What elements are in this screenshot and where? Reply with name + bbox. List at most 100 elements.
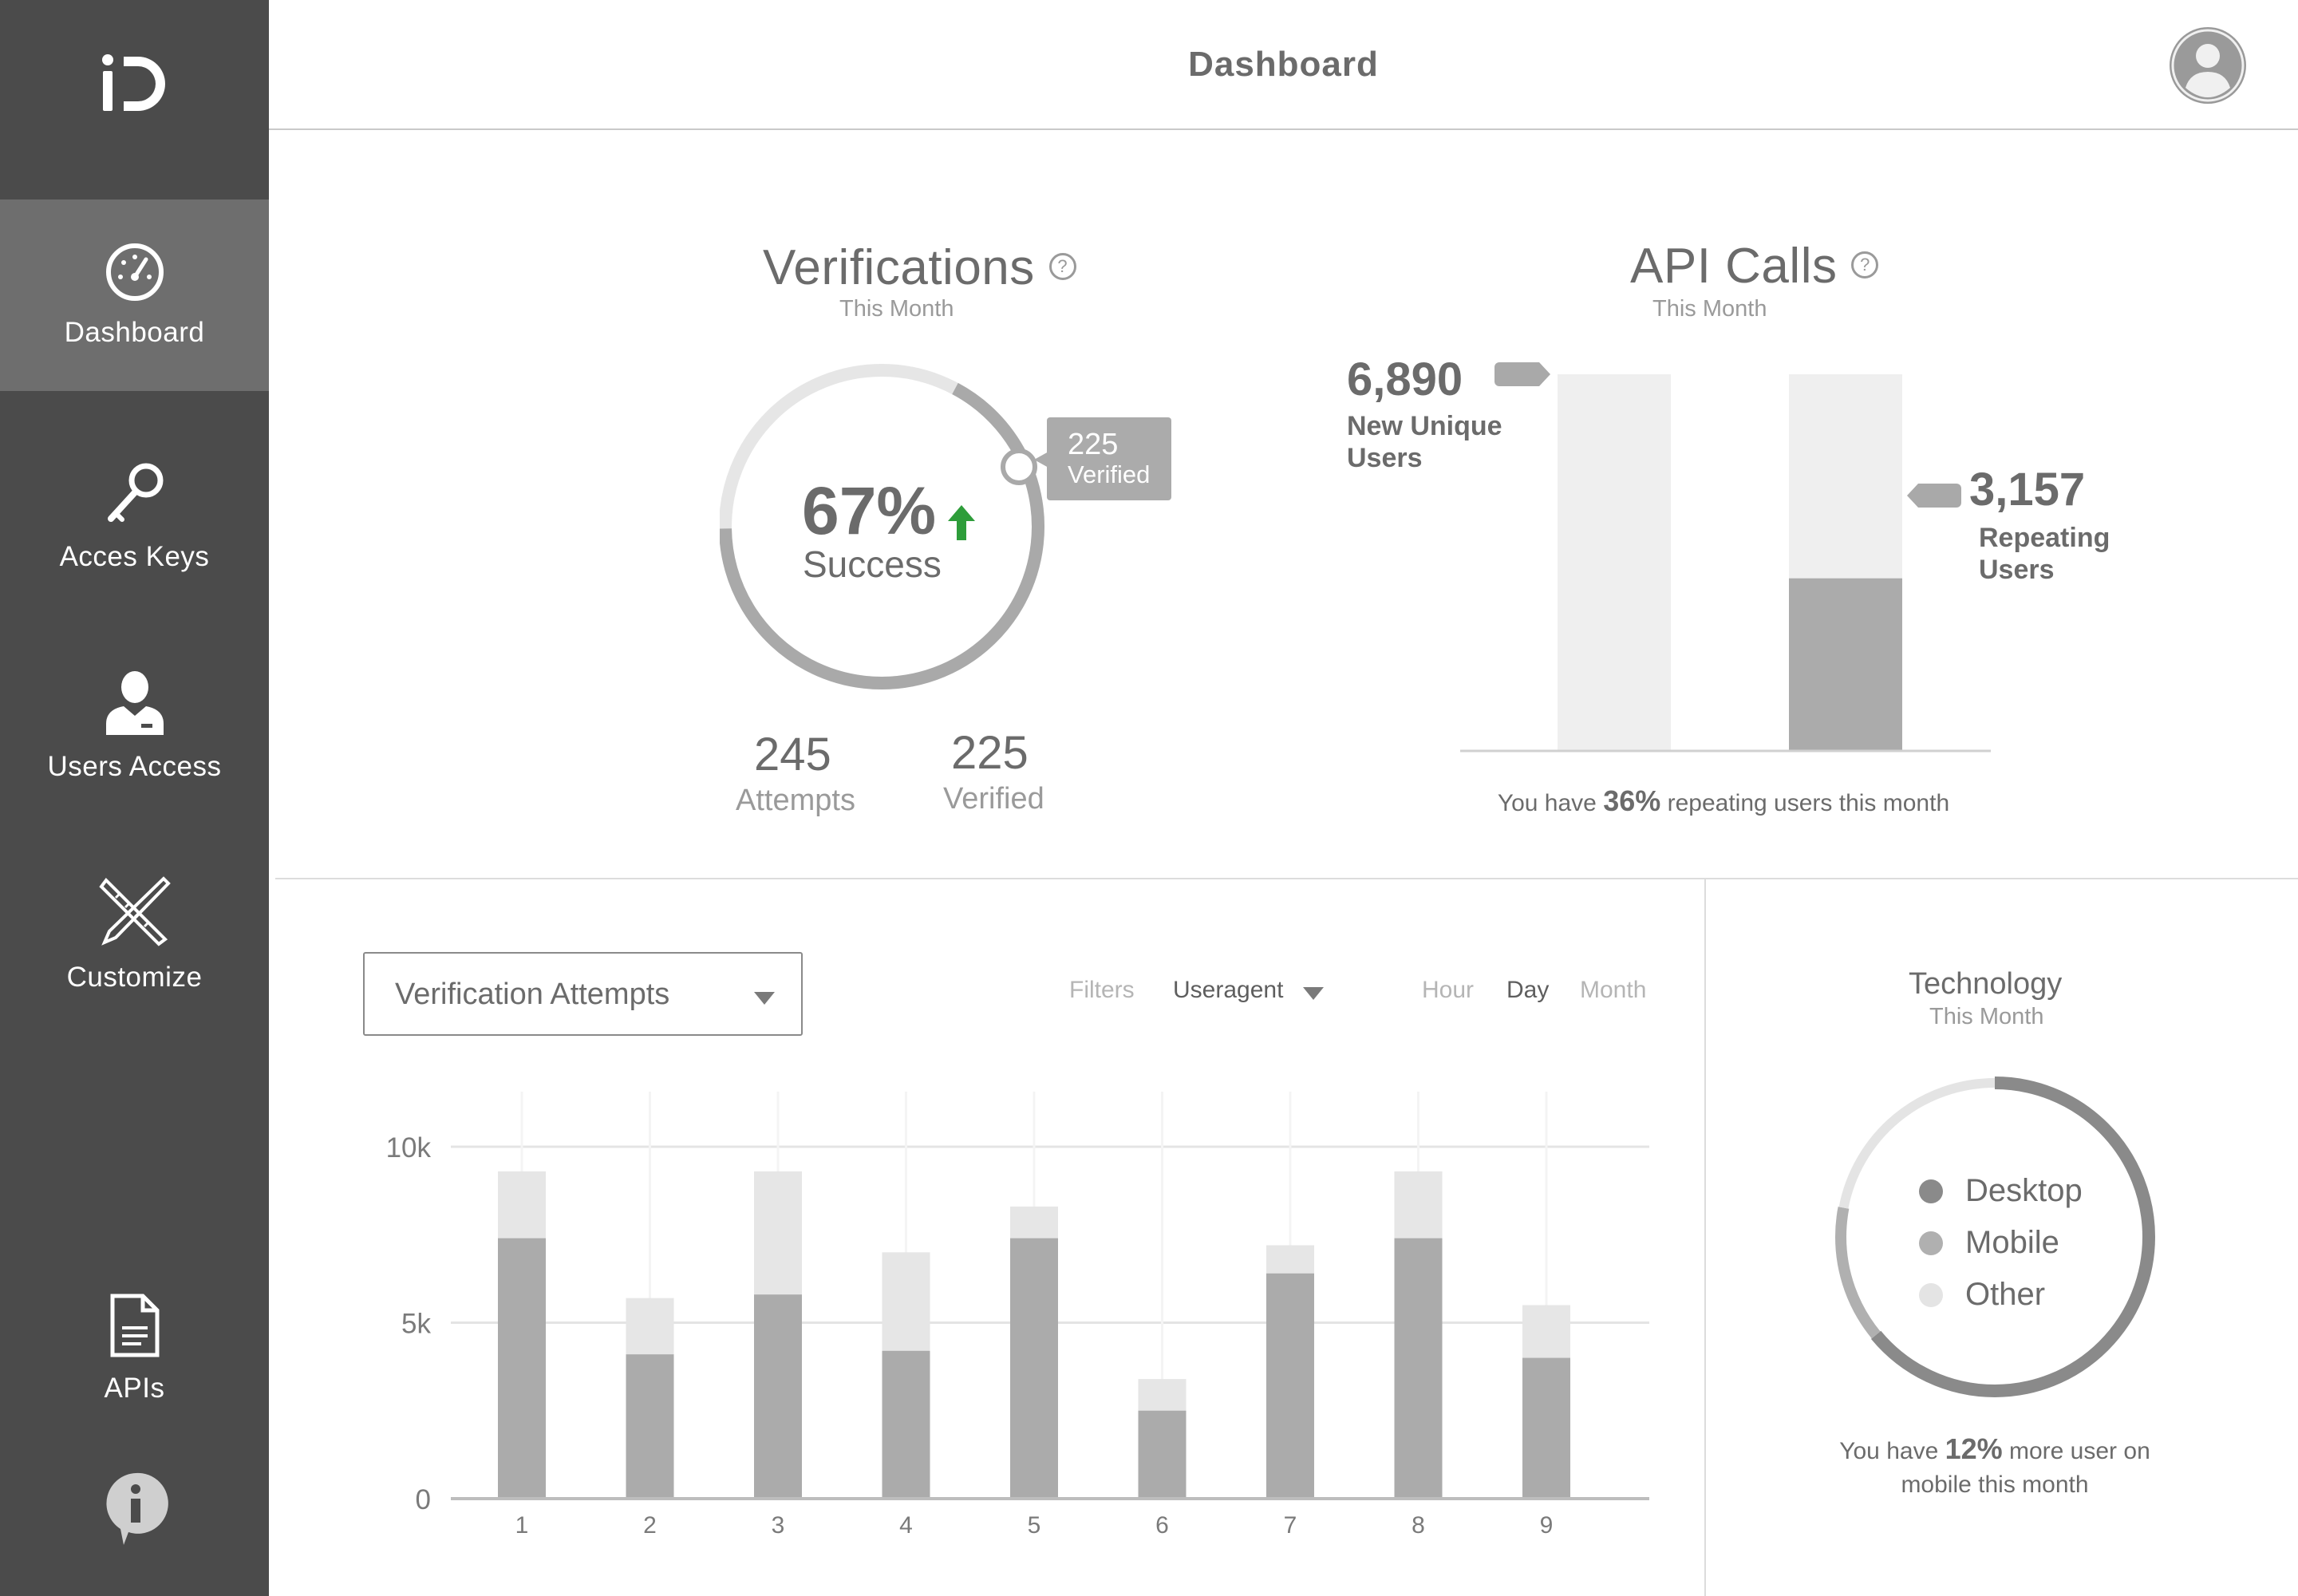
- footer-suffix: more user on: [2009, 1438, 2150, 1464]
- info-button[interactable]: [100, 1468, 172, 1548]
- x-tick-label: 3: [772, 1512, 785, 1539]
- sidebar-item-label: APIs: [104, 1373, 165, 1404]
- key-icon: [107, 463, 163, 522]
- y-tick-label: 0: [416, 1484, 431, 1515]
- range-day[interactable]: Day: [1506, 977, 1549, 1004]
- repeat-users-label-line: Users: [1979, 555, 2055, 585]
- section-divider: [275, 878, 2298, 879]
- chevron-down-icon[interactable]: [1303, 987, 1324, 1000]
- legend-label: Other: [1965, 1277, 2046, 1312]
- success-label: Success: [803, 543, 942, 585]
- repeat-users-label: Repeating Users: [1979, 522, 2110, 586]
- sidebar: Dashboard Acces Keys Users Access Custom…: [0, 0, 269, 1596]
- app-logo[interactable]: [0, 0, 269, 200]
- help-icon[interactable]: ?: [1851, 251, 1879, 279]
- attempts-chart: 0 5k 10k 1 2 3 4 5 6 7 8 9: [386, 1092, 1649, 1539]
- bar-verified[interactable]: [1138, 1410, 1187, 1499]
- legend-label: Mobile: [1965, 1225, 2059, 1260]
- api-bar-repeating: [1789, 578, 1902, 751]
- useragent-filter[interactable]: Useragent: [1173, 977, 1283, 1004]
- legend-dot: [1919, 1231, 1943, 1255]
- y-tick-label: 5k: [401, 1309, 431, 1340]
- new-users-value: 6,890: [1347, 354, 1463, 405]
- section-divider: [1704, 879, 1706, 1596]
- legend-dot: [1919, 1179, 1943, 1203]
- sidebar-item-label: Customize: [66, 962, 203, 993]
- chevron-down-icon: [754, 992, 775, 1005]
- api-calls-chart: [1460, 374, 1991, 753]
- range-month[interactable]: Month: [1580, 977, 1646, 1004]
- y-tick-label: 10k: [386, 1132, 432, 1163]
- api-bar-total: [1558, 374, 1671, 751]
- legend-dot: [1919, 1282, 1943, 1307]
- sidebar-item-customize[interactable]: Customize: [0, 838, 269, 1029]
- bar-verified[interactable]: [754, 1294, 802, 1499]
- verifications-title-text: Verifications: [763, 240, 1035, 295]
- bar-verified[interactable]: [1522, 1357, 1570, 1499]
- footer-prefix: You have: [1839, 1438, 1939, 1464]
- sidebar-item-label: Dashboard: [64, 317, 205, 348]
- bar-verified[interactable]: [626, 1354, 674, 1499]
- filters-label: Filters: [1069, 977, 1135, 1003]
- attempts-label: Attempts: [736, 784, 855, 817]
- sidebar-item-label: Users Access: [47, 751, 222, 782]
- footer-percent: 36%: [1603, 784, 1661, 817]
- tooltip-pointer: [1034, 452, 1048, 468]
- api-calls-subtitle: This Month: [1652, 296, 1767, 322]
- footer-percent: 12%: [1945, 1432, 2003, 1465]
- chart-type-select-value: Verification Attempts: [395, 978, 670, 1011]
- header: Dashboard: [269, 0, 2298, 130]
- user-icon: [105, 671, 164, 735]
- success-percent: 67%: [802, 473, 937, 548]
- bar-verified[interactable]: [1010, 1238, 1058, 1499]
- x-tick-label: 1: [515, 1512, 529, 1539]
- ring-handle[interactable]: [1001, 448, 1037, 485]
- chart-type-select[interactable]: Verification Attempts: [363, 952, 803, 1036]
- bar-verified[interactable]: [882, 1350, 930, 1499]
- repeat-users-value: 3,157: [1969, 464, 2086, 516]
- x-tick-label: 7: [1284, 1512, 1297, 1539]
- sidebar-item-dashboard[interactable]: Dashboard: [0, 200, 269, 391]
- verified-tooltip: 225 Verified: [1047, 417, 1171, 500]
- api-calls-footer: You have 36% repeating users this month: [1460, 784, 1987, 818]
- logo-icon: [101, 54, 165, 111]
- footer-prefix: You have: [1497, 790, 1597, 816]
- legend-label: Desktop: [1965, 1173, 2083, 1208]
- x-tick-label: 2: [643, 1512, 657, 1539]
- sidebar-item-apis[interactable]: APIs: [0, 1253, 269, 1444]
- arrow-up-icon: [948, 505, 975, 540]
- technology-footer: You have 12% more user on mobile this mo…: [1791, 1432, 2198, 1502]
- page-title: Dashboard: [1188, 45, 1379, 84]
- range-hour[interactable]: Hour: [1422, 977, 1474, 1004]
- verifications-title: Verifications?: [763, 239, 1076, 296]
- gauge-icon: [105, 243, 164, 301]
- x-tick-label: 9: [1540, 1512, 1554, 1539]
- tools-icon: [98, 876, 171, 946]
- x-tick-label: 8: [1412, 1512, 1425, 1539]
- bar-verified[interactable]: [1394, 1238, 1443, 1499]
- x-tick-label: 4: [899, 1512, 913, 1539]
- sidebar-item-access-keys[interactable]: Acces Keys: [0, 421, 269, 612]
- technology-subtitle: This Month: [1929, 1004, 2044, 1029]
- bar-verified[interactable]: [498, 1238, 546, 1499]
- x-tick-label: 6: [1155, 1512, 1169, 1539]
- tooltip-value: 225: [1068, 428, 1119, 461]
- sidebar-item-users-access[interactable]: Users Access: [0, 630, 269, 822]
- help-icon[interactable]: ?: [1048, 252, 1076, 280]
- avatar[interactable]: [2168, 26, 2248, 105]
- x-tick-label: 5: [1028, 1512, 1041, 1539]
- footer-suffix: repeating users this month: [1667, 790, 1950, 816]
- verified-label: Verified: [943, 782, 1044, 816]
- api-calls-title: API Calls?: [1630, 238, 1879, 294]
- legend-desktop: Desktop: [1919, 1173, 2083, 1209]
- repeat-users-marker: [1907, 484, 1961, 508]
- avatar-icon: [2170, 27, 2246, 104]
- footer-suffix-line2: mobile this month: [1901, 1472, 2089, 1498]
- verified-value: 225: [951, 727, 1029, 779]
- sidebar-item-label: Acces Keys: [59, 541, 210, 572]
- attempts-value: 245: [754, 729, 831, 780]
- verifications-subtitle: This Month: [839, 296, 954, 322]
- bar-verified[interactable]: [1266, 1273, 1314, 1499]
- info-icon: [106, 1472, 168, 1545]
- technology-title: Technology: [1909, 967, 2063, 1001]
